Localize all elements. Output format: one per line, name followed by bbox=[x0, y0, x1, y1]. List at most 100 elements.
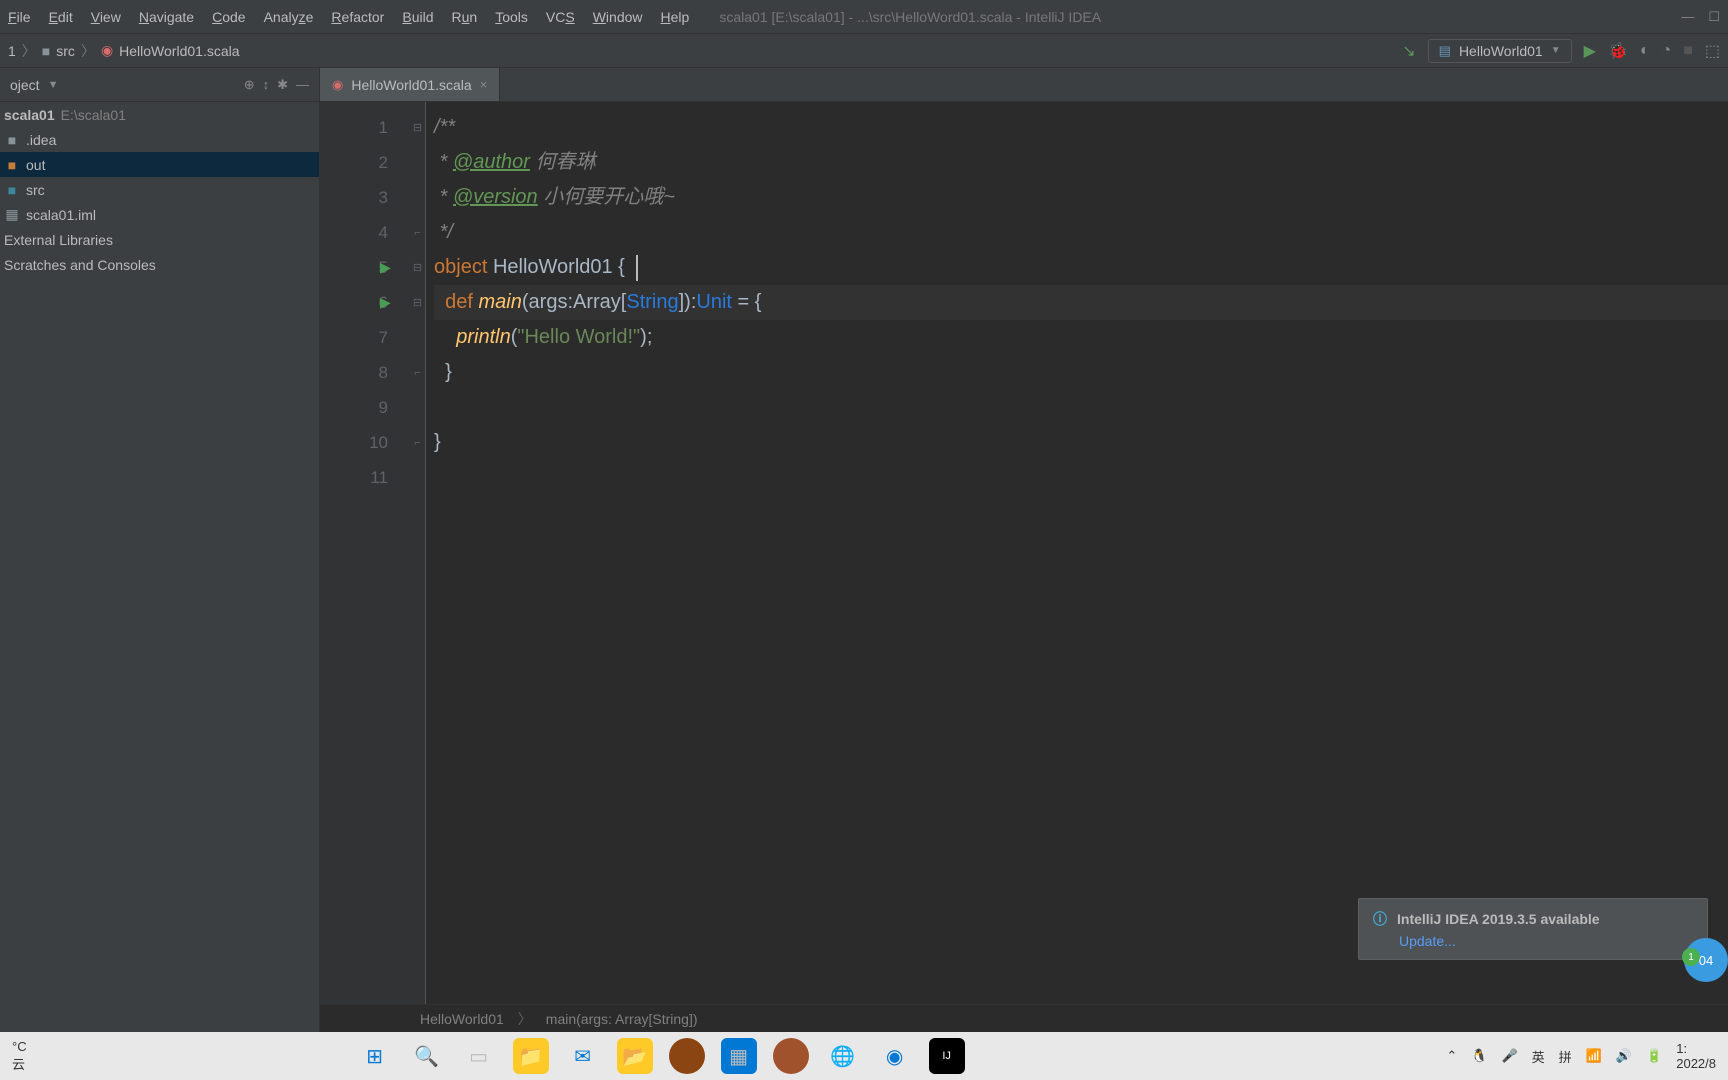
project-tree[interactable]: scala01 E:\scala01 ■ .idea ■ out ■ src ▦… bbox=[0, 102, 319, 1032]
menu-file[interactable]: File bbox=[8, 9, 31, 25]
app-icon[interactable] bbox=[669, 1038, 705, 1074]
fold-icon[interactable]: ⊟ bbox=[410, 250, 425, 285]
coverage-icon[interactable]: ◐ bbox=[1640, 42, 1650, 60]
profile-icon[interactable]: ◔ bbox=[1662, 42, 1672, 60]
ime-lang[interactable]: 英 bbox=[1532, 1047, 1545, 1066]
battery-icon[interactable]: 🔋 bbox=[1646, 1048, 1662, 1064]
chrome-icon[interactable]: 🌐 bbox=[825, 1038, 861, 1074]
app-icon[interactable]: ▦ bbox=[721, 1038, 757, 1074]
build-hammer-icon[interactable]: ↘ bbox=[1402, 41, 1415, 61]
project-title[interactable]: oject bbox=[10, 77, 40, 93]
gutter-line[interactable]: 4 bbox=[320, 215, 410, 250]
menu-tools[interactable]: Tools bbox=[495, 9, 528, 25]
edge-icon[interactable]: ◉ bbox=[877, 1038, 913, 1074]
maximize-icon[interactable]: ☐ bbox=[1708, 9, 1720, 25]
menu-refactor[interactable]: Refactor bbox=[331, 9, 384, 25]
code-line[interactable]: /** bbox=[434, 110, 1728, 145]
code-line[interactable] bbox=[434, 390, 1728, 425]
breadcrumb-root[interactable]: 1 bbox=[8, 43, 16, 59]
search-icon[interactable]: ⬚ bbox=[1705, 41, 1720, 61]
gutter-line[interactable]: 8 bbox=[320, 355, 410, 390]
code-line[interactable] bbox=[434, 460, 1728, 495]
fold-end-icon[interactable]: ⌐ bbox=[410, 215, 425, 250]
code-line[interactable]: * @version 小何要开心哦~ bbox=[434, 180, 1728, 215]
gutter-line[interactable]: 10 bbox=[320, 425, 410, 460]
fold-icon[interactable]: ⊟ bbox=[410, 110, 425, 145]
intellij-icon[interactable]: IJ bbox=[929, 1038, 965, 1074]
menu-vcs[interactable]: VCS bbox=[546, 9, 575, 25]
stop-icon[interactable]: ■ bbox=[1683, 42, 1693, 60]
tray-up-icon[interactable]: ⌃ bbox=[1446, 1048, 1457, 1064]
tree-item-src[interactable]: ■ src bbox=[0, 177, 319, 202]
fold-icon[interactable]: ⊟ bbox=[410, 285, 425, 320]
run-gutter-icon[interactable]: ▶ bbox=[380, 259, 391, 276]
code-content[interactable]: /** * @author 何春琳 * @version 小何要开心哦~ */ … bbox=[426, 102, 1728, 1004]
folder-icon[interactable]: 📂 bbox=[617, 1038, 653, 1074]
crumb-object[interactable]: HelloWorld01 bbox=[420, 1011, 504, 1027]
clock[interactable]: 1: 2022/8 bbox=[1676, 1041, 1716, 1071]
close-icon[interactable]: × bbox=[480, 77, 488, 92]
explorer-icon[interactable]: 📁 bbox=[513, 1038, 549, 1074]
code-line[interactable]: def main(args:Array[String]):Unit = { bbox=[434, 285, 1728, 320]
tree-scratches[interactable]: Scratches and Consoles bbox=[0, 252, 319, 277]
task-view-icon[interactable]: ▭ bbox=[461, 1038, 497, 1074]
menu-code[interactable]: Code bbox=[212, 9, 245, 25]
run-icon[interactable]: ▶ bbox=[1584, 41, 1596, 61]
avatar-badge[interactable]: 1 04 bbox=[1684, 938, 1728, 982]
menu-view[interactable]: View bbox=[91, 9, 121, 25]
tree-external-libs[interactable]: External Libraries bbox=[0, 227, 319, 252]
hide-icon[interactable]: — bbox=[296, 77, 309, 92]
gutter-line[interactable]: 7 bbox=[320, 320, 410, 355]
menu-build[interactable]: Build bbox=[402, 9, 433, 25]
minimize-icon[interactable]: — bbox=[1681, 9, 1694, 24]
gutter-line[interactable]: ▶6 bbox=[320, 285, 410, 320]
code-line[interactable]: println("Hello World!"); bbox=[434, 320, 1728, 355]
gutter-line[interactable]: 1 bbox=[320, 110, 410, 145]
tab-file[interactable]: ◉ HelloWorld01.scala × bbox=[320, 68, 500, 101]
gutter-line[interactable]: 2 bbox=[320, 145, 410, 180]
tray-app-icon[interactable]: 🐧 bbox=[1471, 1048, 1487, 1064]
gutter-line[interactable]: 9 bbox=[320, 390, 410, 425]
tree-item-iml[interactable]: ▦ scala01.iml bbox=[0, 202, 319, 227]
start-button[interactable]: ⊞ bbox=[357, 1038, 393, 1074]
fold-end-icon[interactable]: ⌐ bbox=[410, 355, 425, 390]
gutter-line[interactable]: ▶5 bbox=[320, 250, 410, 285]
ime-mode[interactable]: 拼 bbox=[1559, 1047, 1572, 1066]
select-opened-file-icon[interactable]: ⊕ bbox=[244, 77, 255, 93]
search-icon[interactable]: 🔍 bbox=[409, 1038, 445, 1074]
code-line[interactable]: * @author 何春琳 bbox=[434, 145, 1728, 180]
run-config-dropdown[interactable]: ▤ HelloWorld01 ▼ bbox=[1428, 39, 1572, 63]
debug-icon[interactable]: 🐞 bbox=[1608, 41, 1628, 61]
weather-widget[interactable]: °C 云 bbox=[12, 1039, 27, 1073]
menu-help[interactable]: Help bbox=[661, 9, 690, 25]
app-icon[interactable] bbox=[773, 1038, 809, 1074]
breadcrumb-folder[interactable]: src bbox=[56, 43, 75, 59]
notification-popup[interactable]: ⓘ IntelliJ IDEA 2019.3.5 available Updat… bbox=[1358, 898, 1708, 960]
tree-item-idea[interactable]: ■ .idea bbox=[0, 127, 319, 152]
tree-root[interactable]: scala01 E:\scala01 bbox=[0, 102, 319, 127]
run-gutter-icon[interactable]: ▶ bbox=[380, 294, 391, 311]
code-line[interactable]: } bbox=[434, 425, 1728, 460]
breadcrumb-file[interactable]: HelloWorld01.scala bbox=[119, 43, 239, 59]
microphone-icon[interactable]: 🎤 bbox=[1501, 1048, 1517, 1064]
fold-end-icon[interactable]: ⌐ bbox=[410, 425, 425, 460]
wifi-icon[interactable]: 📶 bbox=[1586, 1048, 1602, 1064]
code-line[interactable]: */ bbox=[434, 215, 1728, 250]
code-line[interactable]: } bbox=[434, 355, 1728, 390]
menu-analyze[interactable]: Analyze bbox=[264, 9, 314, 25]
code-line[interactable]: object HelloWorld01 { bbox=[434, 250, 1728, 285]
update-link[interactable]: Update... bbox=[1399, 933, 1693, 949]
mail-icon[interactable]: ✉ bbox=[565, 1038, 601, 1074]
crumb-function[interactable]: main(args: Array[String]) bbox=[546, 1011, 698, 1027]
expand-all-icon[interactable]: ↕ bbox=[263, 77, 270, 92]
code-editor[interactable]: 1 2 3 4 ▶5 ▶6 7 8 9 10 11 ⊟ ⌐ ⊟ ⊟ ⌐ bbox=[320, 102, 1728, 1004]
gutter-line[interactable]: 3 bbox=[320, 180, 410, 215]
volume-icon[interactable]: 🔊 bbox=[1616, 1048, 1632, 1064]
chevron-down-icon[interactable]: ▼ bbox=[48, 79, 59, 91]
menu-run[interactable]: Run bbox=[452, 9, 478, 25]
gear-icon[interactable]: ✱ bbox=[277, 77, 288, 93]
menu-window[interactable]: Window bbox=[593, 9, 643, 25]
menu-edit[interactable]: Edit bbox=[49, 9, 73, 25]
gutter-line[interactable]: 11 bbox=[320, 460, 410, 495]
tree-item-out[interactable]: ■ out bbox=[0, 152, 319, 177]
